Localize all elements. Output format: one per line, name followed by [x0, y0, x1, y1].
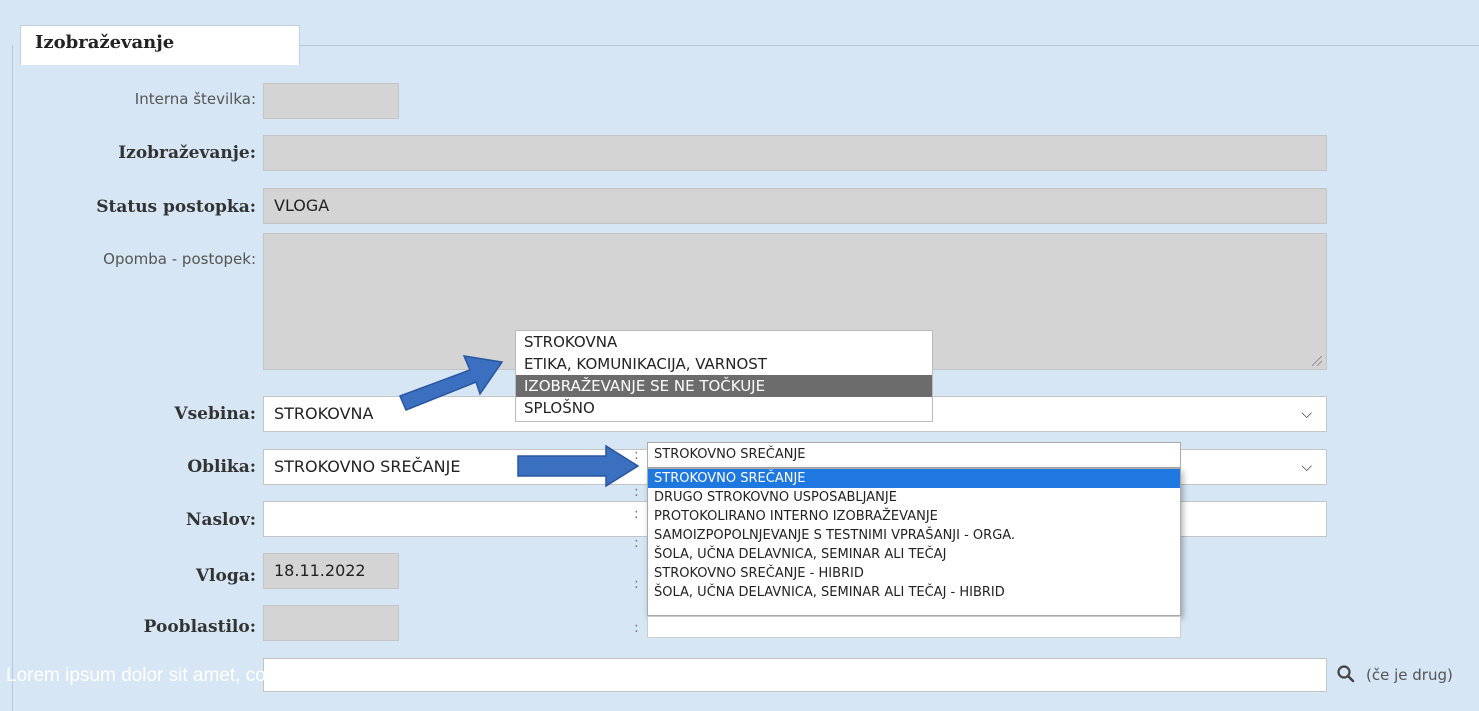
- fieldset-border-left: [12, 45, 13, 711]
- oblika-option[interactable]: STROKOVNO SREČANJE - HIBRID: [648, 564, 1180, 583]
- resize-handle-icon[interactable]: [1312, 356, 1322, 366]
- colon-mark: :: [634, 535, 639, 551]
- oblika-label: Oblika:: [187, 457, 256, 477]
- vsebina-option[interactable]: ETIKA, KOMUNIKACIJA, VARNOST: [516, 353, 932, 375]
- oblika-option[interactable]: PROTOKOLIRANO INTERNO IZOBRAŽEVANJE: [648, 507, 1180, 526]
- chevron-down-icon: ⌵: [1301, 406, 1312, 422]
- vloga-field: 18.11.2022: [263, 553, 399, 589]
- oblika-value: STROKOVNO SREČANJE: [274, 457, 461, 476]
- vsebina-option[interactable]: SPLOŠNO: [516, 397, 932, 419]
- colon-mark: :: [634, 620, 639, 636]
- vsebina-option[interactable]: STROKOVNA: [516, 331, 932, 353]
- pooblastilo-label: Pooblastilo:: [143, 617, 256, 637]
- vsebina-dropdown-list[interactable]: STROKOVNA ETIKA, KOMUNIKACIJA, VARNOST I…: [515, 330, 933, 422]
- opomba-label: Opomba - postopek:: [103, 250, 256, 268]
- vsebina-label: Vsebina:: [174, 404, 256, 424]
- interna-stevilka-label: Interna številka:: [134, 90, 256, 108]
- oblika-option[interactable]: DRUGO STROKOVNO USPOSABLJANJE: [648, 488, 1180, 507]
- oblika-dropdown-list[interactable]: STROKOVNO SREČANJE DRUGO STROKOVNO USPOS…: [647, 468, 1181, 616]
- overlay-caption: Lorem ipsum dolor sit amet, consectetur …: [6, 665, 464, 686]
- chevron-down-icon: ⌵: [1301, 459, 1312, 475]
- status-postopka-label: Status postopka:: [96, 197, 256, 217]
- vsebina-option-selected[interactable]: IZOBRAŽEVANJE SE NE TOČKUJE: [516, 375, 932, 397]
- colon-mark: :: [634, 576, 639, 592]
- pointer-arrow-icon: [516, 444, 640, 488]
- izobrazevanje-label: Izobraževanje:: [118, 143, 256, 163]
- oblika-option[interactable]: ŠOLA, UČNA DELAVNICA, SEMINAR ALI TEČAJ …: [648, 583, 1180, 602]
- vsebina-value: STROKOVNA: [274, 404, 374, 423]
- fieldset-border-top: [300, 45, 1479, 46]
- status-postopka-field: VLOGA: [263, 188, 1327, 224]
- oblika-option-selected[interactable]: STROKOVNO SREČANJE: [648, 469, 1180, 488]
- izobrazevanje-field: [263, 135, 1327, 171]
- search-icon[interactable]: [1336, 664, 1356, 684]
- pointer-arrow-icon: [396, 352, 506, 414]
- vloga-label: Vloga:: [195, 566, 256, 586]
- colon-mark: :: [634, 506, 639, 522]
- interna-stevilka-field: [263, 83, 399, 119]
- section-legend: Izobraževanje: [20, 25, 300, 65]
- pooblastilo-field: [263, 605, 399, 641]
- search-hint: (če je drug): [1366, 666, 1453, 684]
- oblika-dropdown-current[interactable]: STROKOVNO SREČANJE: [647, 442, 1181, 468]
- naslov-label: Naslov:: [185, 510, 256, 530]
- oblika-option[interactable]: SAMOIZPOPOLNJEVANJE S TESTNIMI VPRAŠANJI…: [648, 526, 1180, 545]
- oblika-dropdown-bottom-blank: [647, 616, 1181, 638]
- oblika-option[interactable]: ŠOLA, UČNA DELAVNICA, SEMINAR ALI TEČAJ: [648, 545, 1180, 564]
